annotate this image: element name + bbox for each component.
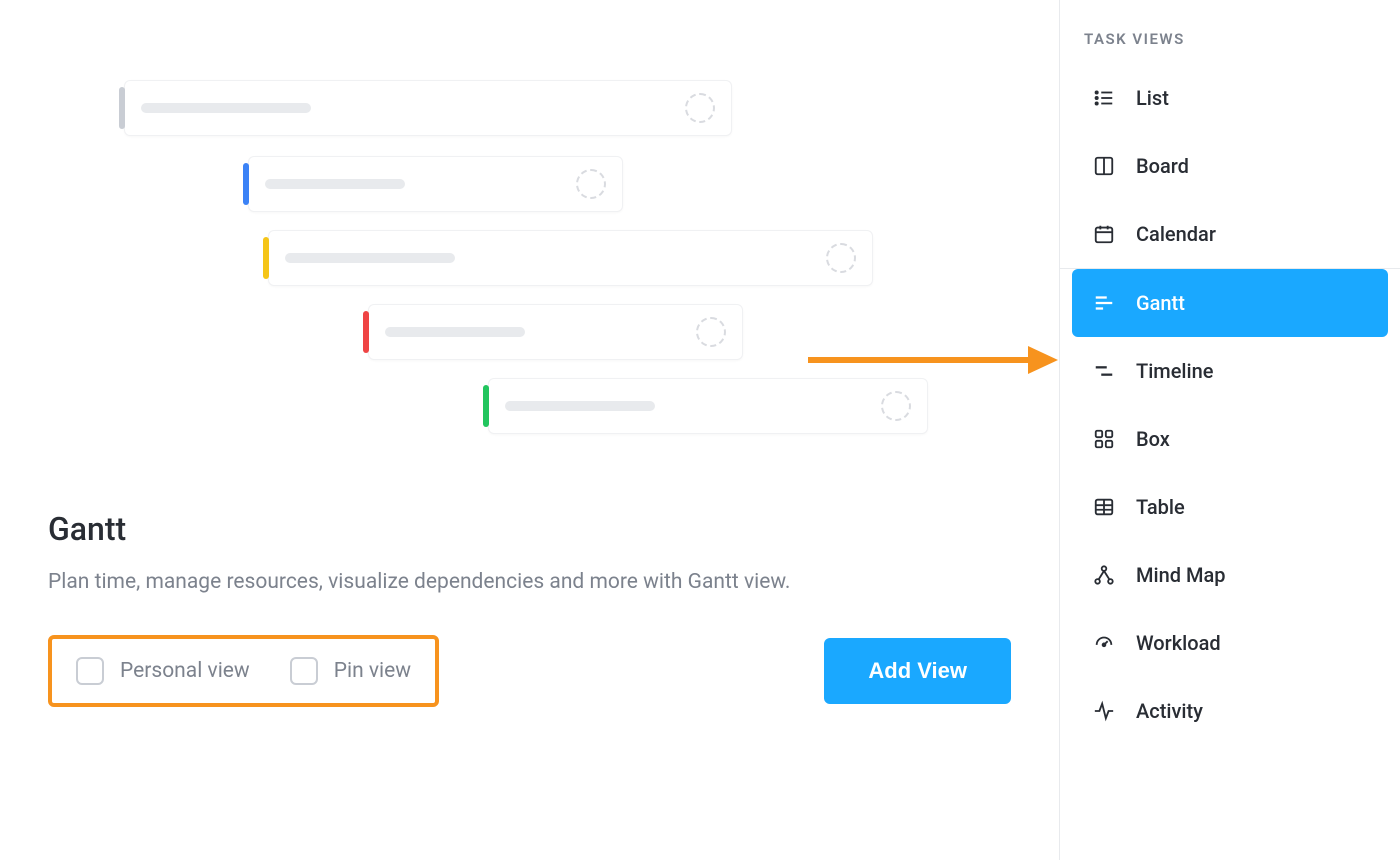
timeline-icon (1092, 359, 1116, 383)
gantt-preview-bar (248, 156, 623, 212)
placeholder-line (505, 401, 655, 411)
gantt-preview-bar (268, 230, 873, 286)
view-item-label: List (1136, 86, 1169, 110)
gantt-color-tab (483, 385, 489, 427)
personal-view-checkbox[interactable]: Personal view (76, 657, 250, 685)
view-item-gantt[interactable]: Gantt (1072, 269, 1388, 337)
view-item-table[interactable]: Table (1072, 473, 1388, 541)
view-description-block: Gantt Plan time, manage resources, visua… (48, 510, 1011, 599)
view-item-label: Mind Map (1136, 563, 1225, 587)
avatar-placeholder-icon (576, 169, 606, 199)
placeholder-line (285, 253, 455, 263)
pin-view-label: Pin view (334, 659, 411, 683)
view-item-label: Board (1136, 154, 1189, 178)
gantt-color-tab (243, 163, 249, 205)
gantt-preview-bar (368, 304, 743, 360)
add-view-button[interactable]: Add View (824, 638, 1011, 704)
gantt-preview-bar (124, 80, 732, 136)
view-item-box[interactable]: Box (1072, 405, 1388, 473)
gantt-color-tab (263, 237, 269, 279)
view-item-label: Timeline (1136, 359, 1213, 383)
avatar-placeholder-icon (826, 243, 856, 273)
checkbox-box-icon (76, 657, 104, 685)
view-item-label: Activity (1136, 699, 1203, 723)
gantt-preview-bar (488, 378, 928, 434)
view-item-workload[interactable]: Workload (1072, 609, 1388, 677)
activity-icon (1092, 699, 1116, 723)
checkbox-box-icon (290, 657, 318, 685)
gantt-illustration (48, 50, 958, 480)
view-item-label: Calendar (1136, 222, 1216, 246)
avatar-placeholder-icon (881, 391, 911, 421)
placeholder-line (265, 179, 405, 189)
avatar-placeholder-icon (696, 317, 726, 347)
workload-icon (1092, 631, 1116, 655)
pin-view-checkbox[interactable]: Pin view (290, 657, 411, 685)
view-options-highlight: Personal view Pin view (48, 635, 439, 707)
gantt-color-tab (363, 311, 369, 353)
placeholder-line (141, 103, 311, 113)
view-item-label: Gantt (1136, 291, 1185, 315)
view-item-activity[interactable]: Activity (1072, 677, 1388, 745)
box-icon (1092, 427, 1116, 451)
view-item-list[interactable]: List (1072, 64, 1388, 132)
gantt-color-tab (119, 87, 125, 129)
view-item-calendar[interactable]: Calendar (1072, 200, 1388, 268)
placeholder-line (385, 327, 525, 337)
mind-map-icon (1092, 563, 1116, 587)
view-item-timeline[interactable]: Timeline (1072, 337, 1388, 405)
table-icon (1092, 495, 1116, 519)
board-icon (1092, 154, 1116, 178)
avatar-placeholder-icon (685, 93, 715, 123)
view-item-label: Table (1136, 495, 1185, 519)
task-views-sidebar: TASK VIEWS List Board Calendar Gantt (1060, 0, 1400, 860)
gantt-icon (1092, 291, 1116, 315)
calendar-icon (1092, 222, 1116, 246)
sidebar-header: TASK VIEWS (1060, 30, 1400, 64)
view-options-row: Personal view Pin view Add View (48, 635, 1011, 707)
list-icon (1092, 86, 1116, 110)
view-item-label: Box (1136, 427, 1170, 451)
view-description: Plan time, manage resources, visualize d… (48, 566, 908, 599)
view-item-mind-map[interactable]: Mind Map (1072, 541, 1388, 609)
view-item-label: Workload (1136, 631, 1221, 655)
personal-view-label: Personal view (120, 659, 250, 683)
main-panel: Gantt Plan time, manage resources, visua… (0, 0, 1060, 860)
view-item-board[interactable]: Board (1072, 132, 1388, 200)
view-title: Gantt (48, 510, 1011, 548)
